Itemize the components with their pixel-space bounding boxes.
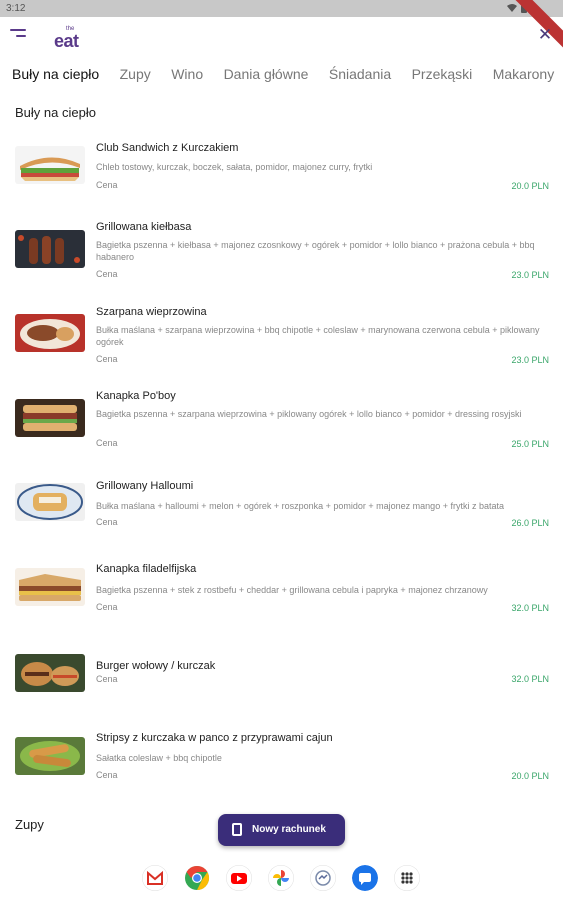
item-description: Bagietka pszenna + kiełbasa + majonez cz… xyxy=(96,240,535,262)
item-price: 20.0 PLN xyxy=(511,771,549,781)
message-bubble-icon[interactable] xyxy=(352,865,378,891)
item-image xyxy=(15,230,85,268)
item-price-label: Cena xyxy=(96,269,118,279)
tab-pasta[interactable]: Makarony xyxy=(493,66,554,82)
item-description: Chleb tostowy, kurczak, boczek, sałata, … xyxy=(96,162,373,172)
item-price-label: Cena xyxy=(96,674,118,684)
tab-snacks[interactable]: Przekąski xyxy=(412,66,473,82)
category-tabs: Buły na ciepło Zupy Wino Dania główne Śn… xyxy=(12,66,563,86)
section-title-hot-buns: Buły na ciepło xyxy=(15,105,96,120)
item-name: Szarpana wieprzowina xyxy=(96,306,207,318)
menu-item[interactable]: Grillowana kiełbasa Bagietka pszenna + k… xyxy=(0,217,563,287)
gmail-icon[interactable] xyxy=(142,865,168,891)
item-price-label: Cena xyxy=(96,770,118,780)
menu-icon[interactable] xyxy=(10,29,30,45)
taskbar xyxy=(0,856,563,900)
item-name: Stripsy z kurczaka w panco z przyprawami… xyxy=(96,732,333,744)
item-name: Grillowany Halloumi xyxy=(96,480,194,492)
item-image xyxy=(15,654,85,692)
item-name: Kanapka filadelfijska xyxy=(96,563,197,575)
item-price-label: Cena xyxy=(96,438,118,448)
menu-item[interactable]: Szarpana wieprzowina Bułka maślana + sza… xyxy=(0,302,563,372)
item-image xyxy=(15,146,85,184)
tab-soups[interactable]: Zupy xyxy=(120,66,151,82)
menu-item[interactable]: Kanapka filadelfijska Bagietka pszenna +… xyxy=(0,555,563,625)
status-time: 3:12 xyxy=(6,3,26,14)
item-image xyxy=(15,483,85,521)
tab-hot-buns[interactable]: Buły na ciepło xyxy=(12,66,99,82)
app-bar: the eat ✕ xyxy=(0,17,563,57)
item-description: Bagietka pszenna + szarpana wieprzowina … xyxy=(96,409,522,419)
menu-item[interactable]: Stripsy z kurczaka w panco z przyprawami… xyxy=(0,727,563,792)
item-price-label: Cena xyxy=(96,517,118,527)
item-description: Bułka maślana + szarpana wieprzowina + b… xyxy=(96,325,540,347)
receipt-icon xyxy=(232,823,242,836)
item-price: 25.0 PLN xyxy=(511,439,549,449)
item-description: Sałatka coleslaw + bbq chipotle xyxy=(96,753,222,763)
menu-item[interactable]: Kanapka Po'boy Bagietka pszenna + szarpa… xyxy=(0,386,563,456)
item-name: Grillowana kiełbasa xyxy=(96,221,192,233)
item-description: Bagietka pszenna + stek z rostbefu + che… xyxy=(96,585,488,595)
item-price-label: Cena xyxy=(96,354,118,364)
item-image xyxy=(15,314,85,352)
item-name: Club Sandwich z Kurczakiem xyxy=(96,142,239,154)
item-price: 32.0 PLN xyxy=(511,674,549,684)
close-icon[interactable]: ✕ xyxy=(537,26,553,43)
item-name: Kanapka Po'boy xyxy=(96,390,176,402)
photos-icon[interactable] xyxy=(268,865,294,891)
menu-item[interactable]: Burger wołowy / kurczak Cena 32.0 PLN xyxy=(0,645,563,705)
item-description: Bułka maślana + halloumi + melon + ogóre… xyxy=(96,501,504,511)
new-bill-button[interactable]: Nowy rachunek xyxy=(218,814,345,846)
messages-icon[interactable] xyxy=(310,865,336,891)
item-price: 23.0 PLN xyxy=(511,270,549,280)
item-price: 32.0 PLN xyxy=(511,603,549,613)
section-title-soups: Zupy xyxy=(15,817,44,832)
app-drawer-icon[interactable] xyxy=(394,865,420,891)
chrome-icon[interactable] xyxy=(184,865,210,891)
item-price: 26.0 PLN xyxy=(511,518,549,528)
tab-main-dishes[interactable]: Dania główne xyxy=(224,66,309,82)
menu-item[interactable]: Grillowany Halloumi Bułka maślana + hall… xyxy=(0,470,563,540)
item-price: 23.0 PLN xyxy=(511,355,549,365)
item-price-label: Cena xyxy=(96,180,118,190)
item-price-label: Cena xyxy=(96,602,118,612)
item-name: Burger wołowy / kurczak xyxy=(96,660,216,672)
item-image xyxy=(15,568,85,606)
new-bill-label: Nowy rachunek xyxy=(252,824,326,835)
item-image xyxy=(15,399,85,437)
status-bar: 3:12 xyxy=(0,0,563,17)
tab-breakfast[interactable]: Śniadania xyxy=(329,66,391,82)
item-price: 20.0 PLN xyxy=(511,181,549,191)
app-logo: the eat xyxy=(54,26,79,51)
youtube-icon[interactable] xyxy=(226,865,252,891)
tab-wine[interactable]: Wino xyxy=(171,66,203,82)
menu-item[interactable]: Club Sandwich z Kurczakiem Chleb tostowy… xyxy=(0,138,563,198)
item-image xyxy=(15,737,85,775)
